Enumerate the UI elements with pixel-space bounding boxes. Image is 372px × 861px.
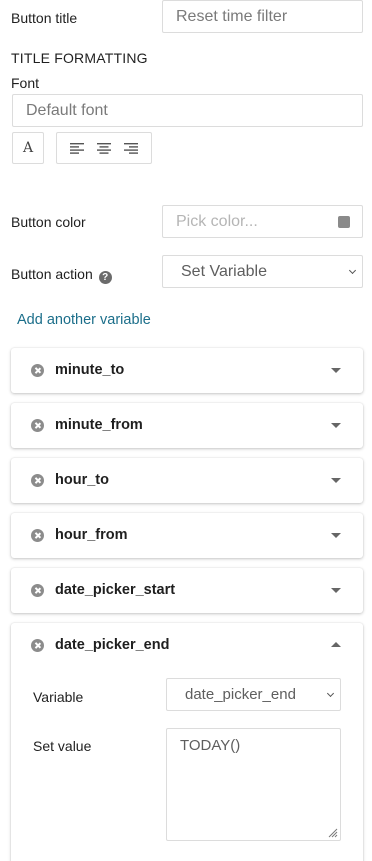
variable-name: minute_to xyxy=(55,362,125,378)
variable-card-hour-from: hour_from xyxy=(11,513,363,558)
variable-card-header[interactable]: minute_from xyxy=(11,403,363,448)
remove-icon[interactable] xyxy=(31,364,44,377)
caret-up-icon[interactable] xyxy=(331,642,341,647)
set-value-text: TODAY() xyxy=(180,737,241,754)
remove-icon[interactable] xyxy=(31,639,44,652)
button-title-label: Button title xyxy=(11,10,78,26)
remove-icon[interactable] xyxy=(31,529,44,542)
variable-card-header[interactable]: date_picker_start xyxy=(11,568,363,613)
variable-card-hour-to: hour_to xyxy=(11,458,363,503)
variable-name: hour_to xyxy=(55,472,109,488)
resize-handle-icon[interactable] xyxy=(326,826,338,838)
caret-down-icon[interactable] xyxy=(331,533,341,538)
button-color-label: Button color xyxy=(11,214,86,230)
variable-card-header[interactable]: date_picker_end xyxy=(11,623,363,668)
variable-card-minute-to: minute_to xyxy=(11,348,363,393)
set-value-textarea[interactable]: TODAY() xyxy=(166,728,341,841)
remove-icon[interactable] xyxy=(31,474,44,487)
variable-card-date-picker-start: date_picker_start xyxy=(11,568,363,613)
variable-select-value: date_picker_end xyxy=(185,686,296,703)
variable-name: date_picker_start xyxy=(55,582,176,598)
help-icon[interactable]: ? xyxy=(98,271,112,284)
variable-card-header[interactable]: hour_to xyxy=(11,458,363,503)
button-action-select[interactable]: Set Variable xyxy=(162,255,363,288)
variable-name: date_picker_end xyxy=(55,637,170,653)
set-value-label: Set value xyxy=(33,738,92,754)
button-title-input[interactable]: Reset time filter xyxy=(162,0,363,33)
chevron-down-icon xyxy=(326,689,335,698)
font-style-button[interactable]: A xyxy=(12,132,44,164)
variable-card-minute-from: minute_from xyxy=(11,403,363,448)
caret-down-icon[interactable] xyxy=(331,368,341,373)
font-select[interactable]: Default font xyxy=(12,94,363,127)
font-icon: A xyxy=(22,140,34,156)
text-align-group xyxy=(56,132,152,164)
caret-down-icon[interactable] xyxy=(331,588,341,593)
variable-name: hour_from xyxy=(55,527,128,543)
caret-down-icon[interactable] xyxy=(331,423,341,428)
align-left-icon[interactable] xyxy=(69,142,85,154)
variable-card-header[interactable]: hour_from xyxy=(11,513,363,558)
remove-icon[interactable] xyxy=(31,419,44,432)
button-action-value: Set Variable xyxy=(181,262,267,280)
caret-down-icon[interactable] xyxy=(331,478,341,483)
button-action-label: Button action? xyxy=(11,266,112,284)
button-color-placeholder: Pick color... xyxy=(176,212,258,230)
variable-card-header[interactable]: minute_to xyxy=(11,348,363,393)
variable-name: minute_from xyxy=(55,417,143,433)
align-center-icon[interactable] xyxy=(96,142,112,154)
title-formatting-heading: TITLE FORMATTING xyxy=(11,50,148,66)
button-color-picker[interactable]: Pick color... xyxy=(162,205,363,238)
align-right-icon[interactable] xyxy=(123,142,139,154)
add-another-variable-link[interactable]: Add another variable xyxy=(17,312,151,328)
remove-icon[interactable] xyxy=(31,584,44,597)
button-action-label-text: Button action xyxy=(11,266,93,282)
chevron-down-icon xyxy=(348,266,357,275)
variable-card-date-picker-end: date_picker_end Variable date_picker_end… xyxy=(11,623,363,861)
color-swatch-icon xyxy=(338,216,350,228)
variable-label: Variable xyxy=(33,689,84,705)
font-label: Font xyxy=(11,75,40,91)
variable-select[interactable]: date_picker_end xyxy=(166,678,341,711)
